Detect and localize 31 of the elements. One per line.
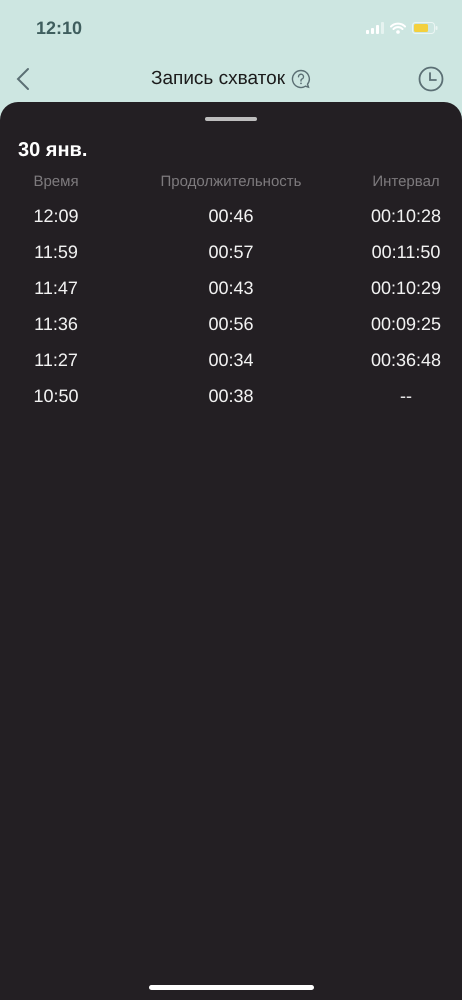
table-cell-text: 11:47 <box>34 277 78 300</box>
table-cell-text: 00:56 <box>208 313 254 336</box>
date-heading: 30 янв. <box>18 139 88 162</box>
column-header: Время <box>33 172 79 192</box>
wifi-icon <box>390 22 406 34</box>
table-cell-text: 00:57 <box>208 241 254 264</box>
history-button[interactable] <box>416 64 446 94</box>
table-cell-text: 00:36:48 <box>370 349 442 372</box>
table-cell-text: 00:43 <box>208 277 254 300</box>
table-cell-text: 00:09:25 <box>370 313 442 336</box>
table-cell-text: 00:38 <box>208 385 254 408</box>
table-cell-text: 10:50 <box>33 385 79 408</box>
table-cell-text: 00:34 <box>208 349 254 372</box>
table-cell-text: 00:10:28 <box>370 205 442 228</box>
battery-icon <box>412 22 438 34</box>
table-cell-text: 12:09 <box>33 205 79 228</box>
column-header: Интервал <box>372 172 440 192</box>
table-cell-text: 11:27 <box>34 349 78 372</box>
drag-handle[interactable] <box>205 117 257 121</box>
table-cell-text: 00:11:50 <box>372 241 440 264</box>
signal-icon <box>366 22 384 34</box>
status-time: 12:10 <box>36 18 82 38</box>
column-header: Продолжительность <box>160 172 302 192</box>
screen-title: Запись схваток <box>150 68 286 90</box>
help-icon[interactable] <box>291 69 312 89</box>
table-cell-text: 11:36 <box>34 313 78 336</box>
back-button[interactable] <box>14 65 32 93</box>
table-cell-text: -- <box>400 385 412 408</box>
table-cell-text: 00:10:29 <box>370 277 442 300</box>
table-cell-text: 00:46 <box>208 205 254 228</box>
table-cell-text: 11:59 <box>34 241 78 264</box>
